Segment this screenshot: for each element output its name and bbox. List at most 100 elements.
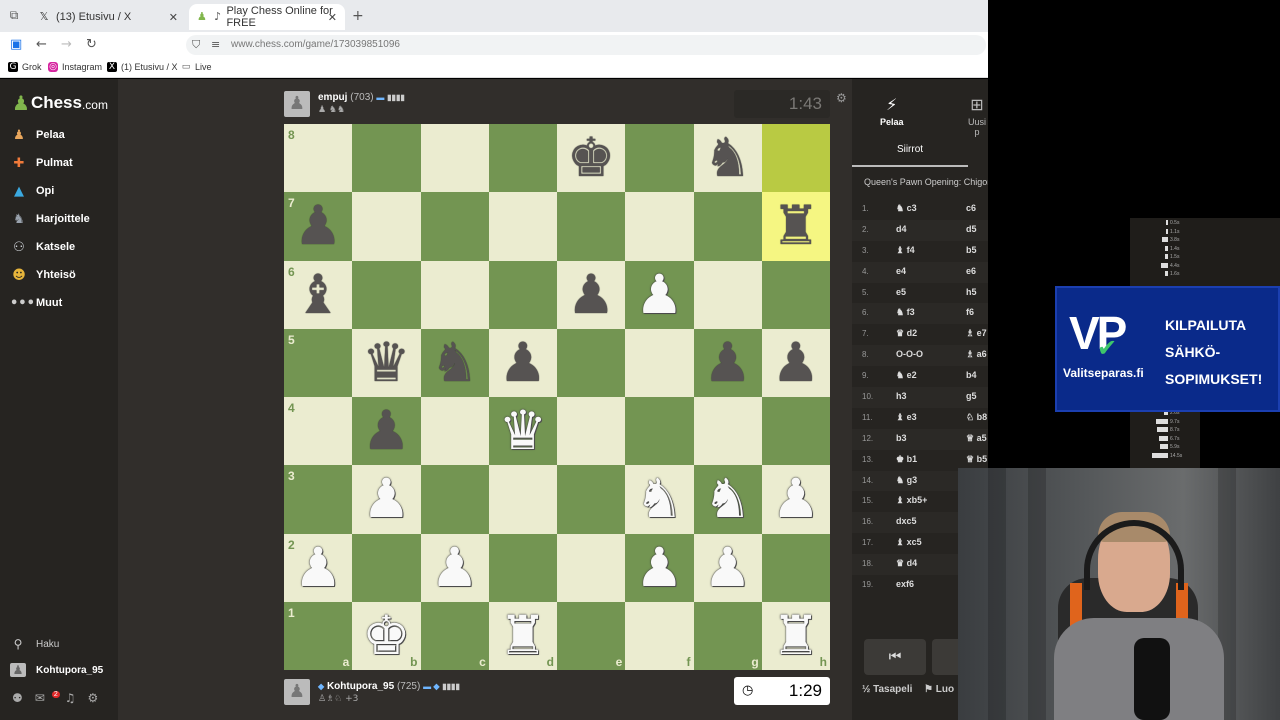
board-settings-icon[interactable]: ⚙ <box>836 91 847 105</box>
square-a1[interactable]: 1a <box>284 601 353 670</box>
square-a8[interactable]: 8 <box>284 124 353 193</box>
sidebar-item-opi[interactable]: ▲ Opi <box>10 181 54 201</box>
square-f8[interactable] <box>625 124 694 193</box>
square-d1[interactable]: d <box>488 601 557 670</box>
player-avatar[interactable]: ♟ <box>284 679 310 705</box>
opponent-name[interactable]: empuj (703) ▬ ▮▮▮▮ <box>318 92 405 103</box>
draw-button[interactable]: ½ Tasapeli <box>862 684 912 695</box>
white-move[interactable]: e5 <box>896 287 906 297</box>
square-h7[interactable] <box>761 192 830 261</box>
square-a5[interactable]: 5 <box>284 328 353 397</box>
mail-icon[interactable]: ✉ 2 <box>35 691 60 705</box>
player-name-row[interactable]: ◆ Kohtupora_95 (725) ▬ ◆ ▮▮▮▮ <box>318 681 460 692</box>
square-b7[interactable] <box>352 192 421 261</box>
chess-board[interactable]: 8 7 6 5 4 3 2 1 a b c d e f g h ♚ ♞ ♟ ♜ ♝ ♟ ♟ ♛ ♞ ♟ ♟ ♟ ♟ ♛ ♟ ♞ ♞ ♟ ♟ ♟ ♟ ♟ ♚ ♜… <box>284 124 830 670</box>
square-b5[interactable] <box>352 328 421 397</box>
white-move[interactable]: d4 <box>896 224 907 234</box>
bookmark-live[interactable]: ▭ Live <box>181 62 212 72</box>
tab-new-game[interactable]: ⊞ Uusi p <box>966 95 988 137</box>
tab-moves[interactable]: Siirrot <box>852 137 968 167</box>
black-move[interactable]: b4 <box>966 370 977 380</box>
square-d3[interactable] <box>488 465 557 534</box>
settings-icon[interactable]: ⚙ <box>88 691 99 705</box>
square-h5[interactable] <box>761 328 830 397</box>
sidebar-item-katsele[interactable]: ⚇ Katsele <box>10 237 75 257</box>
square-g3[interactable] <box>693 465 762 534</box>
white-move[interactable]: ♞ f3 <box>896 307 915 318</box>
opponent-avatar[interactable]: ♟ <box>284 91 310 117</box>
reload-icon[interactable]: ↻ <box>86 37 97 52</box>
square-c4[interactable] <box>420 397 489 466</box>
tab-list-icon[interactable]: ⧉ <box>6 8 22 24</box>
square-f1[interactable]: f <box>625 601 694 670</box>
back-icon[interactable]: ← <box>36 37 47 52</box>
square-d6[interactable] <box>488 260 557 329</box>
square-f3[interactable] <box>625 465 694 534</box>
bookmark-instagram[interactable]: ◎ Instagram <box>48 62 102 72</box>
square-d7[interactable] <box>488 192 557 261</box>
sidebar-item-muut[interactable]: ••• Muut <box>10 293 62 313</box>
square-b8[interactable] <box>352 124 421 193</box>
white-move[interactable]: ♞ e2 <box>896 370 917 381</box>
black-move[interactable]: ♗ e7 <box>966 328 987 339</box>
bookmark-x[interactable]: X (1) Etusivu / X <box>107 62 178 72</box>
speaker-icon[interactable]: ♪ <box>213 11 223 23</box>
white-move[interactable]: e4 <box>896 266 906 276</box>
square-c5[interactable] <box>420 328 489 397</box>
square-f6[interactable] <box>625 260 694 329</box>
square-e4[interactable] <box>557 397 626 466</box>
square-c7[interactable] <box>420 192 489 261</box>
square-b6[interactable] <box>352 260 421 329</box>
square-d4[interactable] <box>488 397 557 466</box>
sidebar-profile[interactable]: ♟ Kohtupora_95 <box>10 663 103 677</box>
friends-icon[interactable]: ⚉ <box>12 691 23 705</box>
square-e5[interactable] <box>557 328 626 397</box>
url-text[interactable]: www.chess.com/game/173039851096 <box>231 39 400 50</box>
square-c1[interactable]: c <box>420 601 489 670</box>
square-e1[interactable]: e <box>557 601 626 670</box>
square-b2[interactable] <box>352 533 421 602</box>
white-move[interactable]: exf6 <box>896 579 914 589</box>
sidebar-item-harjoittele[interactable]: ♞ Harjoittele <box>10 209 90 229</box>
new-tab-icon[interactable]: + <box>352 8 364 24</box>
square-d5[interactable] <box>488 328 557 397</box>
resign-button[interactable]: ⚑ Luo <box>924 684 954 695</box>
square-f5[interactable] <box>625 328 694 397</box>
square-g4[interactable] <box>693 397 762 466</box>
black-move[interactable]: h5 <box>966 287 977 297</box>
square-c6[interactable] <box>420 260 489 329</box>
white-move[interactable]: ♞ c3 <box>896 203 917 214</box>
square-h1[interactable]: h <box>761 601 830 670</box>
square-g6[interactable] <box>693 260 762 329</box>
white-move[interactable]: b3 <box>896 433 907 443</box>
white-move[interactable]: ♝ xc5 <box>896 537 922 548</box>
square-h8[interactable] <box>761 124 830 193</box>
black-move[interactable]: ♕ b5 <box>966 454 987 465</box>
white-move[interactable]: ♚ b1 <box>896 454 917 465</box>
white-move[interactable]: ♝ f4 <box>896 245 915 256</box>
square-g8[interactable] <box>693 124 762 193</box>
black-move[interactable]: f6 <box>966 307 974 317</box>
square-b3[interactable] <box>352 465 421 534</box>
square-g7[interactable] <box>693 192 762 261</box>
tab-chess[interactable]: ♟ ♪ Play Chess Online for FREE ✕ <box>189 4 345 30</box>
bell-icon[interactable]: ♫ <box>65 691 76 705</box>
black-move[interactable]: b5 <box>966 245 977 255</box>
sidebar-item-pelaa[interactable]: ♟ Pelaa <box>10 125 65 145</box>
forward-icon[interactable]: → <box>61 37 72 52</box>
square-e6[interactable] <box>557 260 626 329</box>
white-move[interactable]: O-O-O <box>896 349 923 359</box>
square-g1[interactable]: g <box>693 601 762 670</box>
black-move[interactable]: d5 <box>966 224 977 234</box>
square-f4[interactable] <box>625 397 694 466</box>
black-move[interactable]: ♘ b8 <box>966 412 987 423</box>
square-c8[interactable] <box>420 124 489 193</box>
sidebar-search[interactable]: ⚲ Haku <box>10 637 60 651</box>
sidebar-toggle-icon[interactable]: ▣ <box>10 37 22 52</box>
square-c3[interactable] <box>420 465 489 534</box>
square-h6[interactable] <box>761 260 830 329</box>
square-e2[interactable] <box>557 533 626 602</box>
black-move[interactable]: ♗ a6 <box>966 349 987 360</box>
white-move[interactable]: ♝ e3 <box>896 412 917 423</box>
white-move[interactable]: ♝ xb5+ <box>896 495 927 506</box>
